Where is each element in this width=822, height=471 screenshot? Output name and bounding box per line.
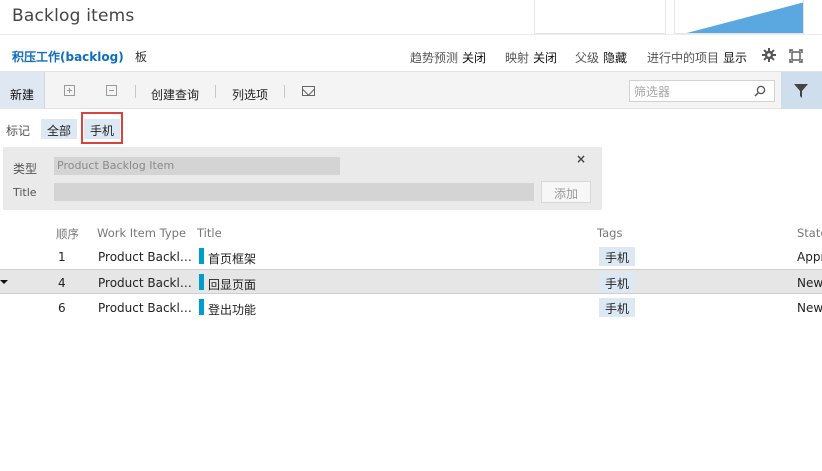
row-state: New bbox=[797, 301, 822, 315]
row-tag[interactable]: 手机 bbox=[599, 247, 636, 266]
type-label: 类型 bbox=[13, 162, 38, 176]
work-item-color-bar bbox=[199, 248, 204, 264]
filter-box bbox=[629, 80, 775, 102]
toolbar-divider bbox=[284, 85, 285, 98]
toolbar-divider bbox=[215, 85, 216, 98]
column-header-tags[interactable]: Tags bbox=[597, 226, 622, 240]
quick-add-panel: × 类型 Product Backlog Item Title 添加 bbox=[3, 147, 602, 210]
in-progress-toggle[interactable]: 进行中的项目 显示 bbox=[647, 49, 747, 66]
cumulative-flow-chart-thumbnail[interactable] bbox=[674, 0, 804, 34]
nav-board-link[interactable]: 板 bbox=[135, 48, 147, 65]
close-icon[interactable]: × bbox=[576, 152, 586, 166]
funnel-icon bbox=[794, 84, 808, 98]
work-item-color-bar bbox=[199, 299, 204, 315]
gear-icon[interactable] bbox=[762, 48, 776, 62]
chart-area bbox=[686, 2, 803, 33]
page-title: Backlog items bbox=[12, 6, 135, 26]
create-query-button[interactable]: 创建查询 bbox=[151, 86, 199, 103]
table-row[interactable]: 1 Product Backlog Item 首页框架 手机 Approved bbox=[0, 244, 822, 269]
filter-toggle-button[interactable] bbox=[781, 72, 822, 109]
work-item-color-bar bbox=[199, 274, 204, 290]
column-header-state[interactable]: State bbox=[797, 226, 822, 240]
in-progress-value: 显示 bbox=[723, 51, 748, 65]
title-divider bbox=[0, 34, 822, 35]
collapse-all-icon[interactable] bbox=[106, 85, 117, 96]
filter-input[interactable] bbox=[634, 83, 752, 100]
forecast-toggle[interactable]: 趋势预测 关闭 bbox=[410, 49, 486, 66]
highlight-frame bbox=[81, 112, 123, 144]
forecast-label: 趋势预测 bbox=[410, 51, 459, 65]
cumulative-flow-chart bbox=[686, 2, 803, 33]
tag-filter-bar: 标记 全部 手机 bbox=[0, 114, 822, 142]
row-state: New bbox=[797, 276, 822, 290]
tag-filter-all[interactable]: 全部 bbox=[41, 119, 78, 139]
mapping-value: 关闭 bbox=[533, 51, 558, 65]
row-tag[interactable]: 手机 bbox=[599, 273, 636, 292]
title-label: Title bbox=[13, 186, 37, 199]
type-select[interactable]: Product Backlog Item bbox=[54, 157, 340, 175]
column-options-button[interactable]: 列选项 bbox=[232, 86, 268, 103]
table-row-selected[interactable]: 4 Product Backlog Item 回显页面 手机 New bbox=[0, 269, 822, 294]
row-title[interactable]: 回显页面 bbox=[208, 276, 256, 293]
nav-backlog-link[interactable]: 积压工作(backlog) bbox=[12, 48, 124, 65]
row-type: Product Backlog Item bbox=[98, 301, 195, 315]
forecast-value: 关闭 bbox=[462, 51, 487, 65]
row-title[interactable]: 登出功能 bbox=[208, 301, 256, 318]
title-input[interactable] bbox=[54, 183, 534, 201]
backlog-toolbar: 新建 创建查询 列选项 bbox=[0, 71, 822, 109]
row-state: Approved bbox=[797, 250, 822, 264]
tags-label: 标记 bbox=[6, 124, 31, 138]
backlog-nav: 积压工作(backlog) 板 趋势预测 关闭 映射 关闭 父级 隐藏 进行中的项目显… bbox=[0, 44, 822, 68]
table-row[interactable]: 6 Product Backlog Item 登出功能 手机 New bbox=[0, 295, 822, 320]
column-header-type[interactable]: Work Item Type bbox=[97, 226, 186, 240]
toolbar-divider bbox=[135, 85, 136, 98]
parents-label: 父级 bbox=[575, 51, 600, 65]
row-order: 4 bbox=[58, 276, 66, 290]
email-icon[interactable] bbox=[302, 86, 315, 96]
expand-all-icon[interactable] bbox=[64, 85, 75, 96]
row-order: 1 bbox=[58, 250, 66, 264]
parents-toggle[interactable]: 父级 隐藏 bbox=[575, 49, 627, 66]
search-icon[interactable] bbox=[754, 85, 766, 97]
row-title[interactable]: 首页框架 bbox=[208, 250, 256, 267]
mapping-toggle[interactable]: 映射 关闭 bbox=[505, 49, 557, 66]
row-type: Product Backlog Item bbox=[98, 276, 195, 290]
column-header-order[interactable]: 顺序 bbox=[56, 226, 79, 242]
row-caret-icon bbox=[0, 280, 8, 284]
row-order: 6 bbox=[58, 301, 66, 315]
row-type: Product Backlog Item bbox=[98, 250, 195, 264]
velocity-chart-thumbnail[interactable] bbox=[534, 0, 666, 34]
column-header-title[interactable]: Title bbox=[197, 226, 222, 240]
row-tag[interactable]: 手机 bbox=[599, 298, 636, 317]
mapping-label: 映射 bbox=[505, 51, 530, 65]
new-item-button[interactable]: 新建 bbox=[0, 72, 45, 109]
add-button[interactable]: 添加 bbox=[541, 181, 591, 203]
parents-value: 隐藏 bbox=[603, 51, 628, 65]
in-progress-label: 进行中的项目 bbox=[647, 51, 720, 65]
fullscreen-icon[interactable] bbox=[789, 49, 803, 63]
